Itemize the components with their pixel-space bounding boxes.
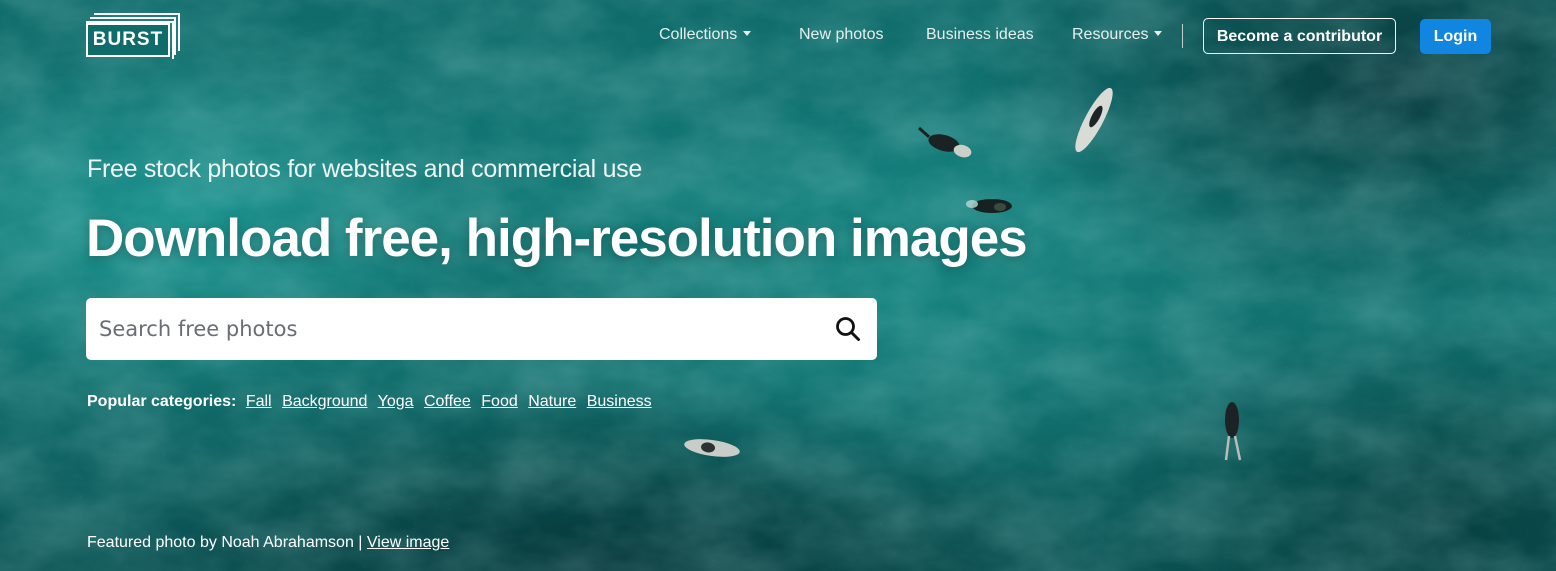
nav-resources-label: Resources	[1072, 26, 1149, 43]
hero-subtitle: Free stock photos for websites and comme…	[87, 155, 642, 183]
category-link-fall[interactable]: Fall	[246, 393, 272, 410]
burst-logo[interactable]: BURST	[86, 13, 182, 59]
login-button[interactable]: Login	[1420, 19, 1491, 54]
nav-new-photos[interactable]: New photos	[799, 26, 884, 44]
featured-photo	[0, 0, 1556, 571]
nav-collections[interactable]: Collections	[659, 26, 752, 44]
category-link-nature[interactable]: Nature	[528, 393, 576, 410]
search-input[interactable]	[86, 298, 816, 360]
hero-headline: Download free, high-resolution images	[86, 209, 1028, 268]
top-navigation: BURST Collections New photos Business id…	[0, 0, 1556, 72]
caret-down-icon	[1154, 31, 1163, 36]
become-contributor-button[interactable]: Become a contributor	[1203, 18, 1396, 54]
popular-categories-label: Popular categories:	[87, 393, 237, 410]
category-link-food[interactable]: Food	[481, 393, 517, 410]
search-icon[interactable]	[835, 316, 861, 342]
category-link-yoga[interactable]: Yoga	[378, 393, 414, 410]
nav-resources[interactable]: Resources	[1072, 26, 1163, 44]
nav-collections-label: Collections	[659, 26, 738, 43]
hero-background: BURST Collections New photos Business id…	[0, 0, 1556, 571]
photo-credit-text: Featured photo by Noah Abrahamson |	[87, 534, 363, 551]
category-link-background[interactable]: Background	[282, 393, 367, 410]
category-link-business[interactable]: Business	[587, 393, 652, 410]
photo-credit: Featured photo by Noah Abrahamson | View…	[87, 534, 449, 552]
search-bar	[86, 298, 877, 360]
nav-divider	[1182, 24, 1183, 48]
logo-text: BURST	[86, 23, 170, 57]
category-link-coffee[interactable]: Coffee	[424, 393, 471, 410]
view-image-link[interactable]: View image	[367, 534, 449, 551]
caret-down-icon	[743, 31, 752, 36]
nav-business-ideas[interactable]: Business ideas	[926, 26, 1034, 44]
popular-categories: Popular categories: Fall Background Yoga…	[87, 393, 658, 411]
